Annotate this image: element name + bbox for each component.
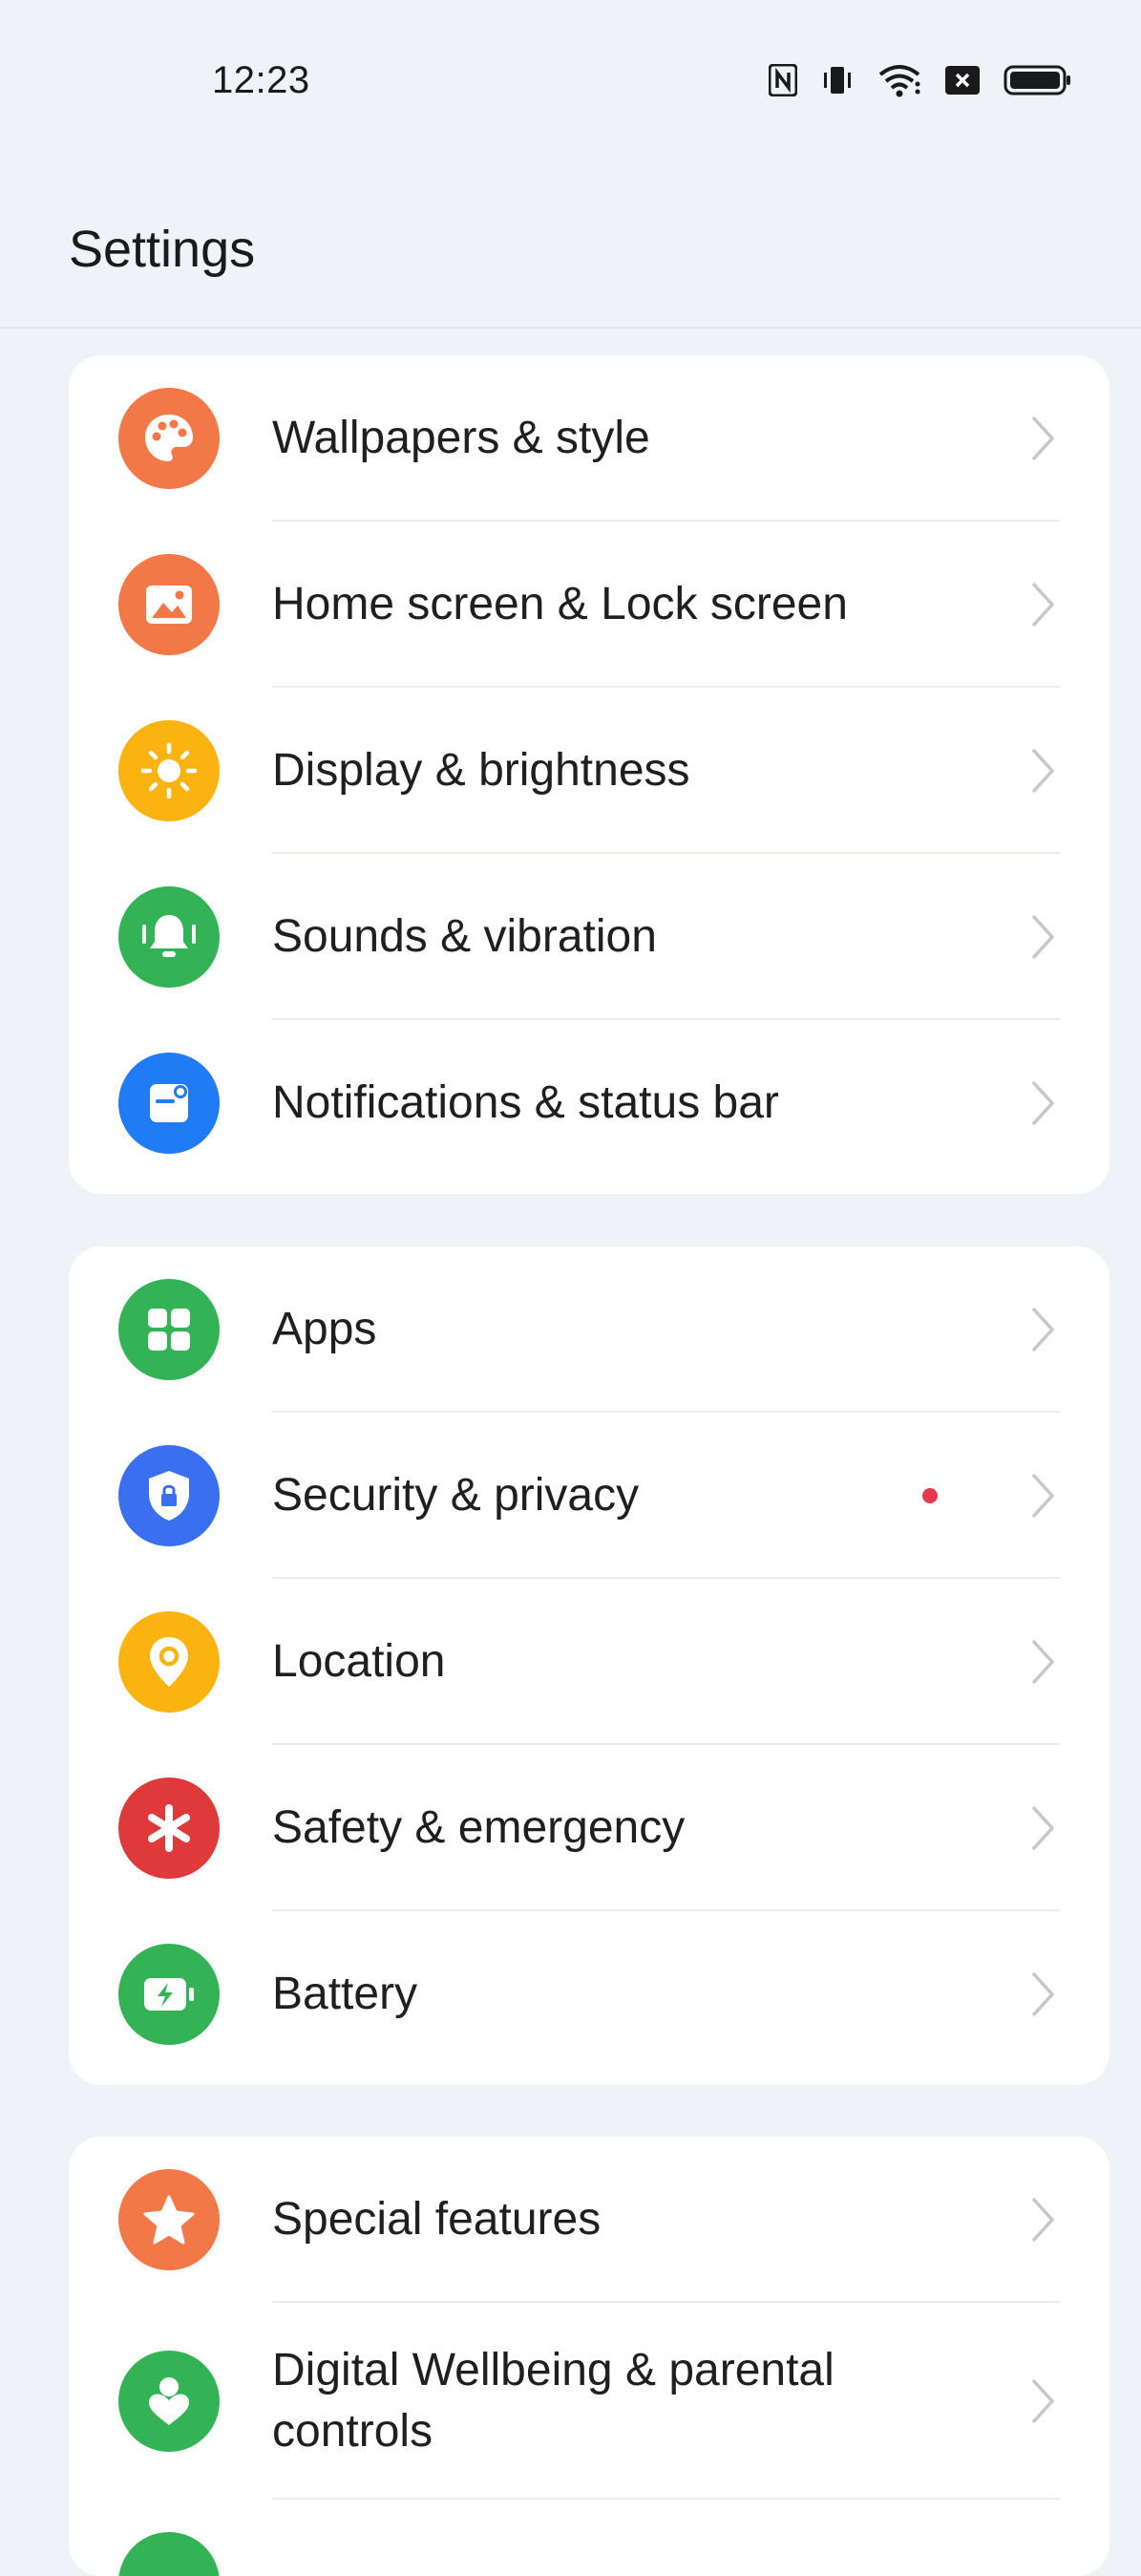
chevron-right-icon [1031, 415, 1055, 461]
location-label: Location [272, 1636, 446, 1687]
chevron-right-icon [1031, 914, 1055, 960]
wallpapers-style-label: Wallpapers & style [272, 413, 650, 463]
notification-icon [118, 1053, 220, 1154]
sounds-vibration-item[interactable]: Sounds & vibration [69, 854, 1109, 1020]
settings-group-display: Wallpapers & style Home screen & Lock sc… [69, 355, 1109, 1194]
display-brightness-item[interactable]: Display & brightness [69, 688, 1109, 854]
battery-icon [1004, 64, 1072, 101]
vibrate-icon [820, 64, 855, 101]
page-header: Settings [0, 143, 1141, 329]
location-pin-icon [118, 1611, 220, 1713]
status-time: 12:23 [212, 59, 310, 101]
settings-group-system: Apps Security & privacy Location Safety … [69, 1246, 1109, 2085]
star-icon [118, 2169, 220, 2270]
wallpapers-style-item[interactable]: Wallpapers & style [69, 355, 1109, 522]
status-bar: 12:23 [0, 0, 1141, 143]
safety-emergency-item[interactable]: Safety & emergency [69, 1745, 1109, 1911]
sounds-vibration-label: Sounds & vibration [272, 911, 657, 962]
special-features-label: Special features [272, 2194, 602, 2245]
apps-item[interactable]: Apps [69, 1246, 1109, 1413]
sun-icon [118, 720, 220, 821]
notifications-status-bar-label: Notifications & status bar [272, 1077, 779, 1128]
home-lock-screen-label: Home screen & Lock screen [272, 579, 848, 629]
image-icon [118, 554, 220, 655]
apps-grid-icon [118, 1279, 220, 1380]
notification-badge-dot [922, 1488, 938, 1503]
chevron-right-icon [1031, 1080, 1055, 1126]
chevron-right-icon [1031, 1307, 1055, 1352]
chevron-right-icon [1031, 1639, 1055, 1685]
next-settings-item[interactable] [69, 2500, 1109, 2576]
chevron-right-icon [1031, 2378, 1055, 2424]
bell-icon [118, 886, 220, 988]
chevron-right-icon [1031, 2197, 1055, 2243]
chevron-right-icon [1031, 1473, 1055, 1519]
digital-wellbeing-item[interactable]: Digital Wellbeing & parental controls [69, 2303, 1109, 2500]
nfc-icon [768, 63, 798, 101]
shield-lock-icon [118, 1445, 220, 1546]
chevron-right-icon [1031, 748, 1055, 794]
sim-off-icon [944, 65, 981, 100]
battery-label: Battery [272, 1969, 418, 2019]
chevron-right-icon [1031, 1971, 1055, 2017]
battery-charging-icon [118, 1944, 220, 2045]
digital-wellbeing-label: Digital Wellbeing & parental controls [272, 2345, 835, 2457]
chevron-right-icon [1031, 1805, 1055, 1851]
notifications-status-bar-item[interactable]: Notifications & status bar [69, 1020, 1109, 1186]
display-brightness-label: Display & brightness [272, 745, 690, 796]
apps-label: Apps [272, 1304, 377, 1354]
home-lock-screen-item[interactable]: Home screen & Lock screen [69, 522, 1109, 688]
palette-icon [118, 388, 220, 489]
security-privacy-item[interactable]: Security & privacy [69, 1413, 1109, 1579]
battery-item[interactable]: Battery [69, 1911, 1109, 2077]
security-privacy-label: Security & privacy [272, 1470, 640, 1521]
chevron-right-icon [1031, 582, 1055, 628]
safety-emergency-label: Safety & emergency [272, 1802, 686, 1853]
partial-icon [118, 2532, 220, 2576]
wifi-icon [877, 63, 921, 102]
special-features-item[interactable]: Special features [69, 2137, 1109, 2303]
location-item[interactable]: Location [69, 1579, 1109, 1745]
page-title: Settings [69, 221, 256, 278]
settings-group-features: Special features Digital Wellbeing & par… [69, 2137, 1109, 2576]
status-icons [768, 63, 1072, 102]
wellbeing-heart-icon [118, 2351, 220, 2452]
asterisk-icon [118, 1778, 220, 1879]
